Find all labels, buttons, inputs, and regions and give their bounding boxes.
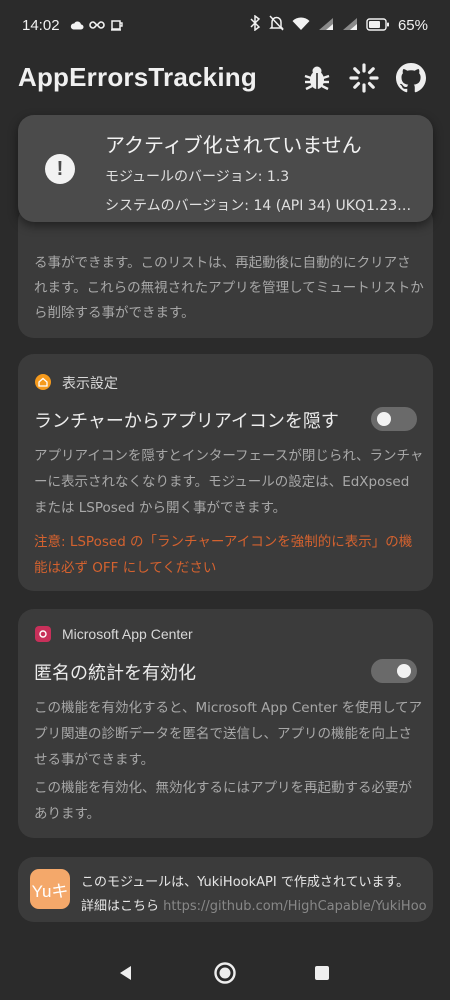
mute-list-description: る事ができます。このリストは、再起動後に自動的にクリアされます。これらの無視され… (34, 255, 424, 321)
home-button-icon[interactable] (213, 961, 237, 985)
display-settings-card: 表示設定 ランチャーからアプリアイコンを隠す アプリアイコンを隠すとインターフェ… (18, 354, 433, 591)
yukihook-link[interactable]: https://github.com/HighCapable/YukiHookA… (163, 899, 426, 914)
restart-note: この機能を有効化、無効化するにはアプリを再起動する必要があります。 (34, 780, 412, 822)
app-bar: AppErrorsTracking (0, 52, 450, 108)
recents-icon[interactable] (310, 961, 334, 985)
toggle-knob (377, 412, 391, 426)
cloud-icon (70, 16, 84, 35)
bug-icon[interactable] (301, 62, 333, 94)
alert-icon: ! (45, 154, 75, 184)
details-label: 詳細はこちら (81, 899, 160, 914)
yukihook-text: このモジュールは、YukiHookAPI で作成されています。 (81, 875, 410, 890)
app-center-card: Microsoft App Center 匿名の統計を有効化 この機能を有効化す… (18, 609, 433, 838)
hide-icon-label: ランチャーからアプリアイコンを隠す (34, 411, 339, 432)
anon-stats-description: この機能を有効化すると、Microsoft App Center を使用してアプ… (34, 700, 423, 768)
infinity-icon (89, 16, 105, 35)
module-version: モジュールのバージョン: 1.3 (105, 169, 290, 185)
yukihook-card: Yuキ このモジュールは、YukiHookAPI で作成されています。 詳細はこ… (18, 857, 433, 922)
status-bar: 14:02 65% (0, 0, 450, 52)
battery-icon (366, 16, 390, 35)
hide-icon-description: アプリアイコンを隠すとインターフェースが閉じられ、ランチャーに表示されなくなりま… (34, 448, 424, 516)
yukihook-logo: Yuキ (30, 869, 70, 909)
bell-off-icon (269, 15, 284, 35)
anon-stats-toggle[interactable] (371, 659, 417, 683)
cup-icon (110, 16, 124, 35)
navigation-bar (0, 945, 450, 1000)
battery-percentage: 65% (397, 16, 428, 34)
wifi-icon (292, 16, 310, 35)
mute-list-card: る事ができます。このリストは、再起動後に自動的にクリアされます。これらの無視され… (18, 205, 433, 338)
anon-stats-label: 匿名の統計を有効化 (34, 663, 196, 684)
app-title: AppErrorsTracking (18, 62, 257, 92)
app-center-icon (35, 626, 51, 642)
status-time: 14:02 (22, 17, 60, 34)
module-status-card[interactable]: ! アクティブ化されていません モジュールのバージョン: 1.3 システムのバー… (18, 115, 433, 222)
yukihook-details: 詳細はこちら https://github.com/HighCapable/Yu… (81, 895, 426, 914)
home-icon (35, 374, 51, 390)
lsposed-warning: 注意: LSPosed の「ランチャーアイコンを強制的に表示」の機能は必ず OF… (34, 534, 413, 576)
display-settings-title: 表示設定 (62, 376, 118, 392)
system-version: システムのバージョン: 14 (API 34) UKQ1.23… (105, 198, 412, 214)
signal-icon (318, 16, 334, 35)
signal-icon (342, 16, 358, 35)
status-title: アクティブ化されていません (105, 133, 362, 157)
hide-icon-toggle[interactable] (371, 407, 417, 431)
github-icon[interactable] (395, 62, 427, 94)
back-icon[interactable] (114, 961, 138, 985)
toggle-knob (397, 664, 411, 678)
app-center-title: Microsoft App Center (62, 626, 193, 642)
loading-icon[interactable] (348, 62, 380, 94)
bluetooth-icon (249, 14, 261, 35)
